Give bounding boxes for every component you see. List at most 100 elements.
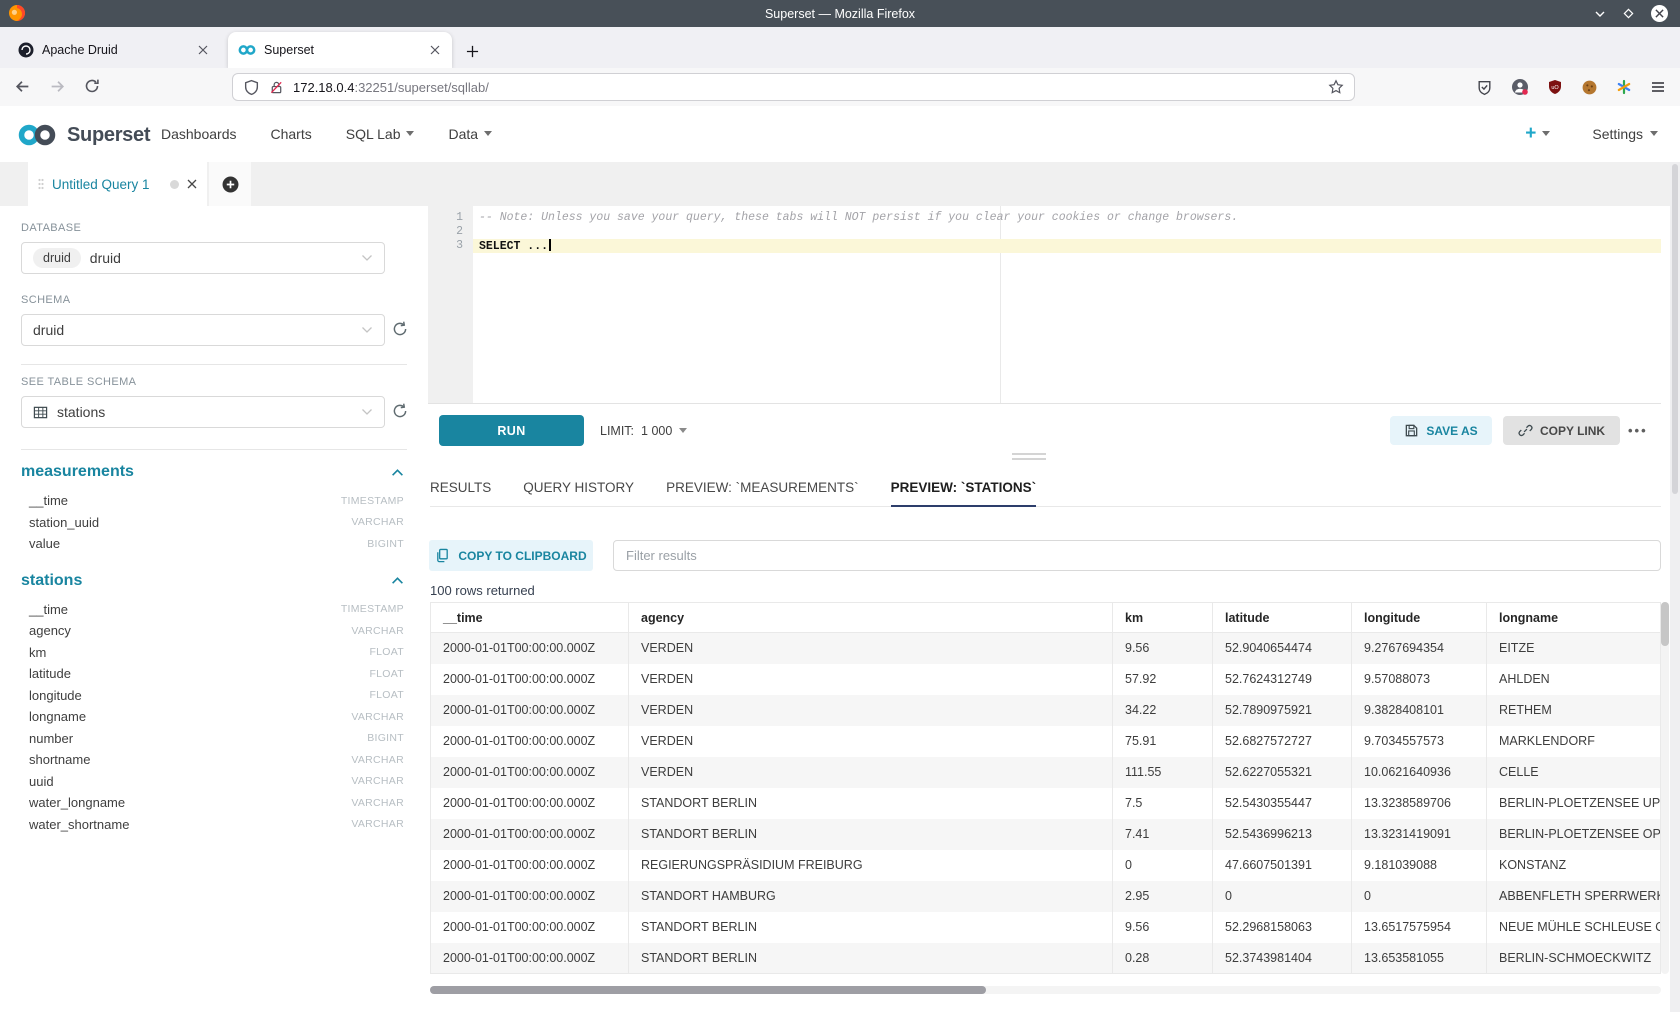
tracking-shield-icon[interactable] — [243, 79, 260, 96]
new-tab-icon[interactable] — [466, 45, 479, 58]
results-table: __timeagencykmlatitudelongitudelongname … — [430, 602, 1661, 974]
column-name: longitude — [29, 688, 82, 703]
database-select[interactable]: druid druid — [21, 242, 385, 274]
editor-line-active: SELECT ... — [473, 239, 1661, 253]
column-header-agency[interactable]: agency — [629, 603, 1113, 633]
table-horizontal-scrollbar[interactable] — [430, 986, 1661, 994]
unsaved-dot — [170, 180, 179, 189]
clipboard-icon — [435, 548, 450, 563]
table-cell: 2000-01-01T00:00:00.000Z — [431, 695, 629, 726]
tab-close-icon[interactable] — [428, 43, 442, 57]
column-type: BIGINT — [367, 538, 404, 550]
query-tab-close-icon[interactable] — [187, 179, 197, 189]
table-cell: VERDEN — [629, 633, 1113, 664]
table-cell: 9.57088073 — [1352, 664, 1487, 695]
url-text[interactable]: 172.18.0.4:32251/superset/sqllab/ — [293, 80, 1328, 95]
column-header-latitude[interactable]: latitude — [1213, 603, 1352, 633]
browser-window: Superset — Mozilla Firefox Apache Druid … — [0, 0, 1680, 1012]
table-cell: STANDORT BERLIN — [629, 912, 1113, 943]
filter-results-input[interactable] — [613, 540, 1661, 571]
settings-menu[interactable]: Settings — [1592, 126, 1658, 142]
table-cell: STANDORT BERLIN — [629, 943, 1113, 974]
chevron-up-icon — [391, 576, 404, 585]
results-tab-preview-stations[interactable]: PREVIEW: `STATIONS` — [891, 480, 1037, 507]
column-header-km[interactable]: km — [1113, 603, 1213, 633]
results-tab-results[interactable]: RESULTS — [430, 480, 491, 507]
account-icon[interactable] — [1511, 78, 1529, 96]
insecure-lock-icon[interactable] — [269, 80, 284, 95]
nav-item-charts[interactable]: Charts — [271, 126, 312, 142]
browser-tab-superset[interactable]: Superset — [228, 32, 452, 68]
chevron-down-icon — [361, 326, 373, 334]
limit-dropdown[interactable]: LIMIT: 1 000 — [600, 415, 687, 446]
browser-tabstrip: Apache Druid Superset — [0, 27, 1680, 68]
schema-select[interactable]: druid — [21, 314, 385, 346]
copy-link-button[interactable]: COPY LINK — [1503, 416, 1620, 445]
browser-tab-label: Superset — [264, 43, 428, 57]
window-title: Superset — Mozilla Firefox — [765, 7, 915, 21]
table-cell: STANDORT BERLIN — [629, 788, 1113, 819]
schema-group-header[interactable]: measurements — [21, 458, 404, 490]
nav-item-label: SQL Lab — [346, 126, 401, 142]
refresh-schema-icon[interactable] — [391, 320, 409, 338]
nav-item-dashboards[interactable]: Dashboards — [161, 126, 237, 142]
editor-code-area[interactable]: -- Note: Unless you save your query, the… — [473, 206, 1661, 403]
schema-group-header[interactable]: stations — [21, 567, 404, 599]
run-button[interactable]: RUN — [439, 415, 584, 446]
forward-icon[interactable] — [49, 78, 66, 95]
url-bar[interactable]: 172.18.0.4:32251/superset/sqllab/ — [232, 73, 1355, 101]
table-cell: STANDORT HAMBURG — [629, 881, 1113, 912]
browser-tab-apache-druid[interactable]: Apache Druid — [8, 32, 220, 68]
refresh-table-icon[interactable] — [391, 402, 409, 420]
table-cell: RETHEM — [1487, 695, 1661, 726]
schema-column-row: shortnameVARCHAR — [21, 749, 404, 771]
table-vertical-scrollbar[interactable] — [1661, 602, 1669, 974]
editor-line-comment: -- Note: Unless you save your query, the… — [473, 211, 1661, 225]
column-header-longname[interactable]: longname — [1487, 603, 1661, 633]
column-name: agency — [29, 623, 71, 638]
superset-navbar: Superset Dashboards Charts SQL Lab Data + S… — [0, 106, 1680, 163]
new-item-button[interactable]: + — [1525, 123, 1550, 145]
sqllab-main: 123 -- Note: Unless you save your query,… — [428, 206, 1680, 1012]
schema-column-row: __timeTIMESTAMP — [21, 599, 404, 621]
nav-item-label: Charts — [271, 126, 312, 142]
brand-name: Superset — [67, 124, 150, 147]
firefox-icon — [8, 4, 26, 22]
more-options-button[interactable]: ••• — [1628, 416, 1648, 445]
window-maximize-icon[interactable] — [1623, 8, 1634, 19]
reload-icon[interactable] — [84, 78, 100, 94]
cookie-icon[interactable] — [1581, 79, 1598, 96]
table-cell: 10.0621640936 — [1352, 757, 1487, 788]
window-minimize-icon[interactable] — [1594, 8, 1606, 20]
pocket-shield-icon[interactable] — [1476, 79, 1493, 96]
table-select[interactable]: stations — [21, 396, 385, 428]
column-header-time[interactable]: __time — [431, 603, 629, 633]
nav-item-sql-lab[interactable]: SQL Lab — [346, 126, 415, 142]
new-query-tab-button[interactable] — [209, 162, 251, 206]
query-tab-untitled-query-1[interactable]: Untitled Query 1 — [28, 162, 207, 206]
results-tab-preview-measurements[interactable]: PREVIEW: `MEASUREMENTS` — [666, 480, 859, 507]
copy-to-clipboard-button[interactable]: COPY TO CLIPBOARD — [429, 540, 593, 571]
table-cell: CELLE — [1487, 757, 1661, 788]
extension-icon[interactable] — [1616, 79, 1632, 95]
pane-splitter-handle[interactable] — [1012, 453, 1046, 463]
column-type: VARCHAR — [351, 516, 404, 528]
menu-icon[interactable] — [1650, 79, 1666, 95]
page-scrollbar[interactable] — [1670, 162, 1680, 1012]
schema-column-row: longnameVARCHAR — [21, 706, 404, 728]
tab-close-icon[interactable] — [196, 43, 210, 57]
superset-logo[interactable]: Superset — [16, 123, 150, 147]
back-icon[interactable] — [14, 78, 31, 95]
save-as-button[interactable]: SAVE AS — [1390, 416, 1492, 445]
bookmark-star-icon[interactable] — [1328, 79, 1344, 95]
results-tab-query-history[interactable]: QUERY HISTORY — [523, 480, 634, 507]
adblock-shield-icon[interactable]: uO — [1547, 79, 1563, 95]
table-cell: 2000-01-01T00:00:00.000Z — [431, 881, 629, 912]
table-row: 2000-01-01T00:00:00.000ZVERDEN111.5552.6… — [431, 757, 1661, 788]
table-cell: 2.95 — [1113, 881, 1213, 912]
nav-item-data[interactable]: Data — [448, 126, 492, 142]
table-cell: 0 — [1113, 850, 1213, 881]
column-header-longitude[interactable]: longitude — [1352, 603, 1487, 633]
window-close-icon[interactable] — [1651, 5, 1668, 22]
column-type: FLOAT — [369, 689, 404, 701]
